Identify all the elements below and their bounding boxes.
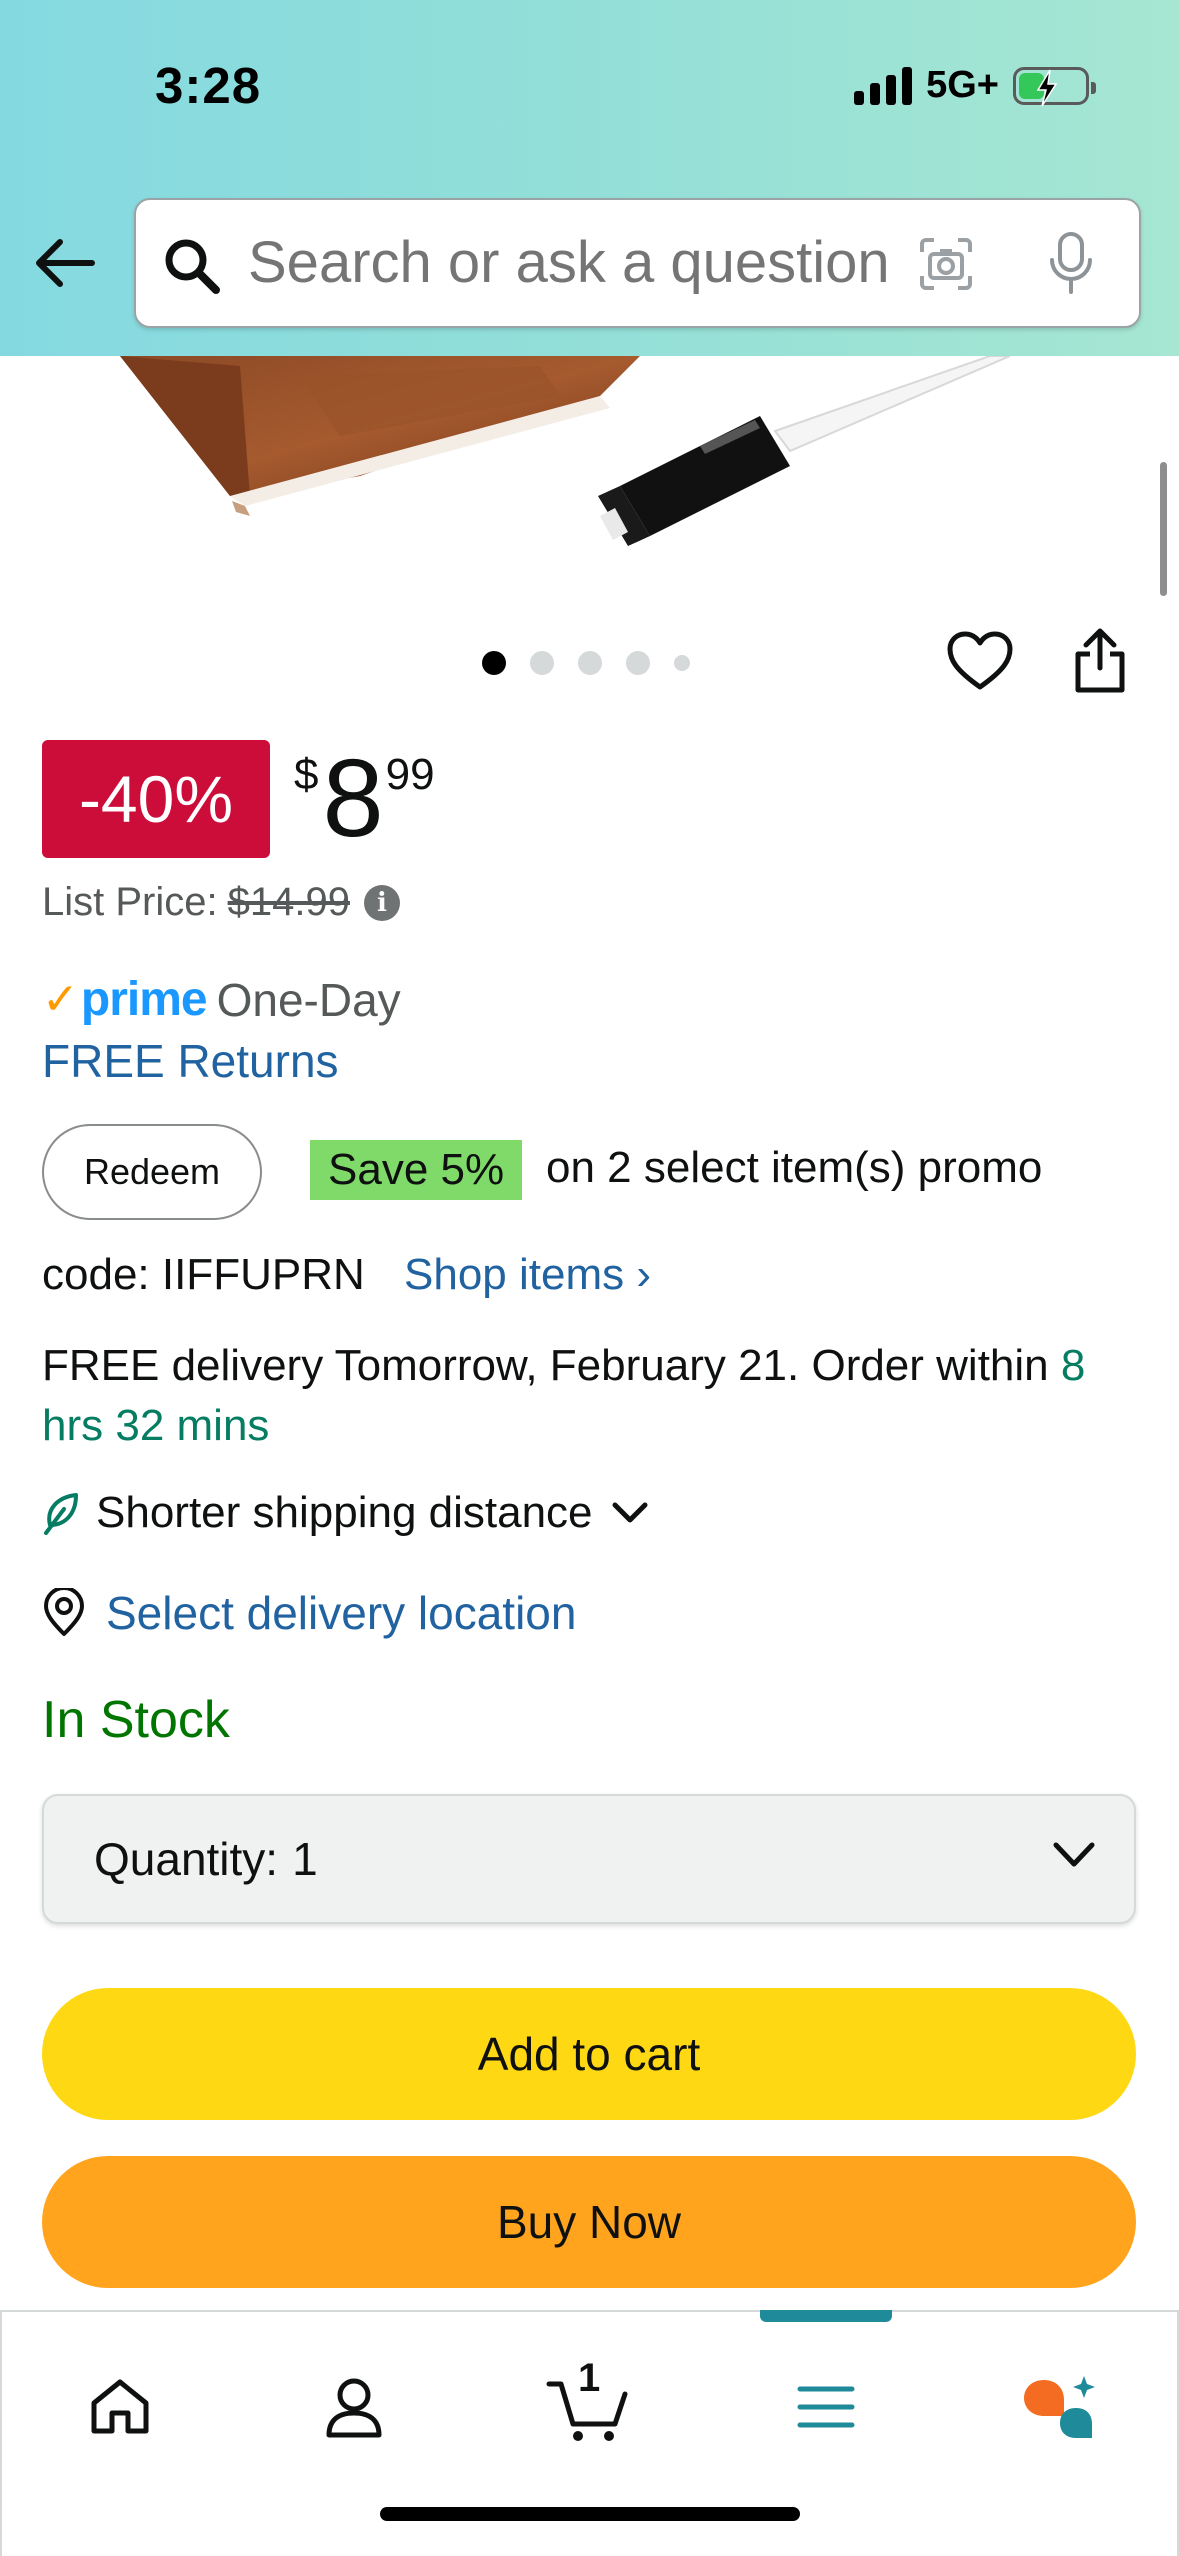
nav-cart[interactable]: 1 — [528, 2352, 648, 2462]
cart-count: 1 — [578, 2356, 601, 2400]
nav-account[interactable] — [294, 2352, 414, 2462]
network-type: 5G+ — [926, 64, 999, 106]
select-delivery-location-label: Select delivery location — [106, 1587, 577, 1639]
search-icon — [165, 239, 220, 294]
product-photo — [120, 356, 1011, 546]
location-pin-icon — [44, 1588, 84, 1636]
stock-status: In Stock — [42, 1691, 230, 1749]
delivery-info: FREE delivery Tomorrow, February 21. Ord… — [42, 1336, 1142, 1456]
product-image[interactable] — [0, 356, 1179, 606]
carousel-dot[interactable] — [626, 651, 650, 675]
shipping-distance-label: Shorter shipping distance — [96, 1488, 593, 1537]
nav-rufus[interactable] — [1000, 2352, 1120, 2462]
nav-menu[interactable] — [766, 2352, 886, 2462]
chevron-down-icon — [1053, 1842, 1095, 1867]
delivery-text: FREE delivery Tomorrow, February 21. Ord… — [42, 1341, 1049, 1390]
price: $ 8 99 — [294, 740, 435, 858]
quantity-select[interactable]: Quantity: 1 — [42, 1794, 1136, 1924]
free-returns-link[interactable]: FREE Returns — [42, 1034, 339, 1088]
image-carousel-dots[interactable] — [482, 651, 690, 675]
active-tab-indicator — [760, 2310, 892, 2322]
prime-badge: ✓ prime One-Day — [42, 972, 401, 1027]
add-to-cart-button[interactable]: Add to cart — [42, 1988, 1136, 2120]
battery-icon — [1013, 66, 1096, 106]
discount-badge: -40% — [42, 740, 270, 858]
scrollbar[interactable] — [1160, 462, 1167, 596]
price-fraction: 99 — [385, 750, 435, 799]
header: 3:28 5G+ — [0, 0, 1179, 356]
promo-text: on 2 select item(s) promo — [546, 1143, 1043, 1192]
menu-icon — [797, 2386, 855, 2428]
home-icon — [91, 2379, 149, 2434]
chevron-down-icon — [612, 1502, 648, 1523]
price-symbol: $ — [294, 750, 319, 799]
prime-logo: prime — [80, 973, 208, 1026]
prime-label: One-Day — [216, 973, 401, 1026]
camera-search-icon[interactable] — [916, 234, 976, 294]
list-price: List Price: $14.99 i — [42, 880, 400, 925]
carousel-dot[interactable] — [578, 651, 602, 675]
microphone-icon[interactable] — [1046, 230, 1096, 298]
back-button[interactable] — [30, 228, 100, 298]
carousel-dot[interactable] — [530, 651, 554, 675]
rufus-icon — [1024, 2376, 1095, 2438]
shop-items-link[interactable]: Shop items › — [404, 1250, 651, 1300]
save-badge: Save 5% — [310, 1140, 523, 1200]
search-bar[interactable] — [134, 198, 1141, 328]
account-icon — [326, 2378, 382, 2438]
heart-icon[interactable] — [946, 630, 1014, 692]
signal-icon — [854, 66, 913, 105]
list-price-value: $14.99 — [227, 880, 350, 924]
back-arrow-icon — [36, 239, 95, 287]
promo-code: code: IIFFUPRN — [42, 1250, 365, 1299]
price-whole: 8 — [322, 737, 384, 860]
status-indicators: 5G+ — [854, 64, 1096, 107]
shipping-distance-toggle[interactable]: Shorter shipping distance — [42, 1488, 649, 1538]
nav-home[interactable] — [60, 2352, 180, 2462]
buy-now-button[interactable]: Buy Now — [42, 2156, 1136, 2288]
list-price-label: List Price: — [42, 880, 218, 924]
status-time: 3:28 — [155, 57, 262, 114]
carousel-dot[interactable] — [482, 651, 506, 675]
leaf-icon — [44, 1493, 78, 1535]
quantity-label: Quantity: — [94, 1833, 279, 1885]
select-delivery-location[interactable]: Select delivery location — [42, 1586, 576, 1640]
quantity-value: 1 — [292, 1833, 318, 1885]
info-icon[interactable]: i — [363, 884, 400, 921]
carousel-dot[interactable] — [674, 655, 690, 671]
prime-check-icon: ✓ — [42, 975, 79, 1024]
redeem-button[interactable]: Redeem — [42, 1124, 262, 1220]
share-icon[interactable] — [1072, 626, 1128, 696]
home-indicator — [380, 2507, 800, 2521]
